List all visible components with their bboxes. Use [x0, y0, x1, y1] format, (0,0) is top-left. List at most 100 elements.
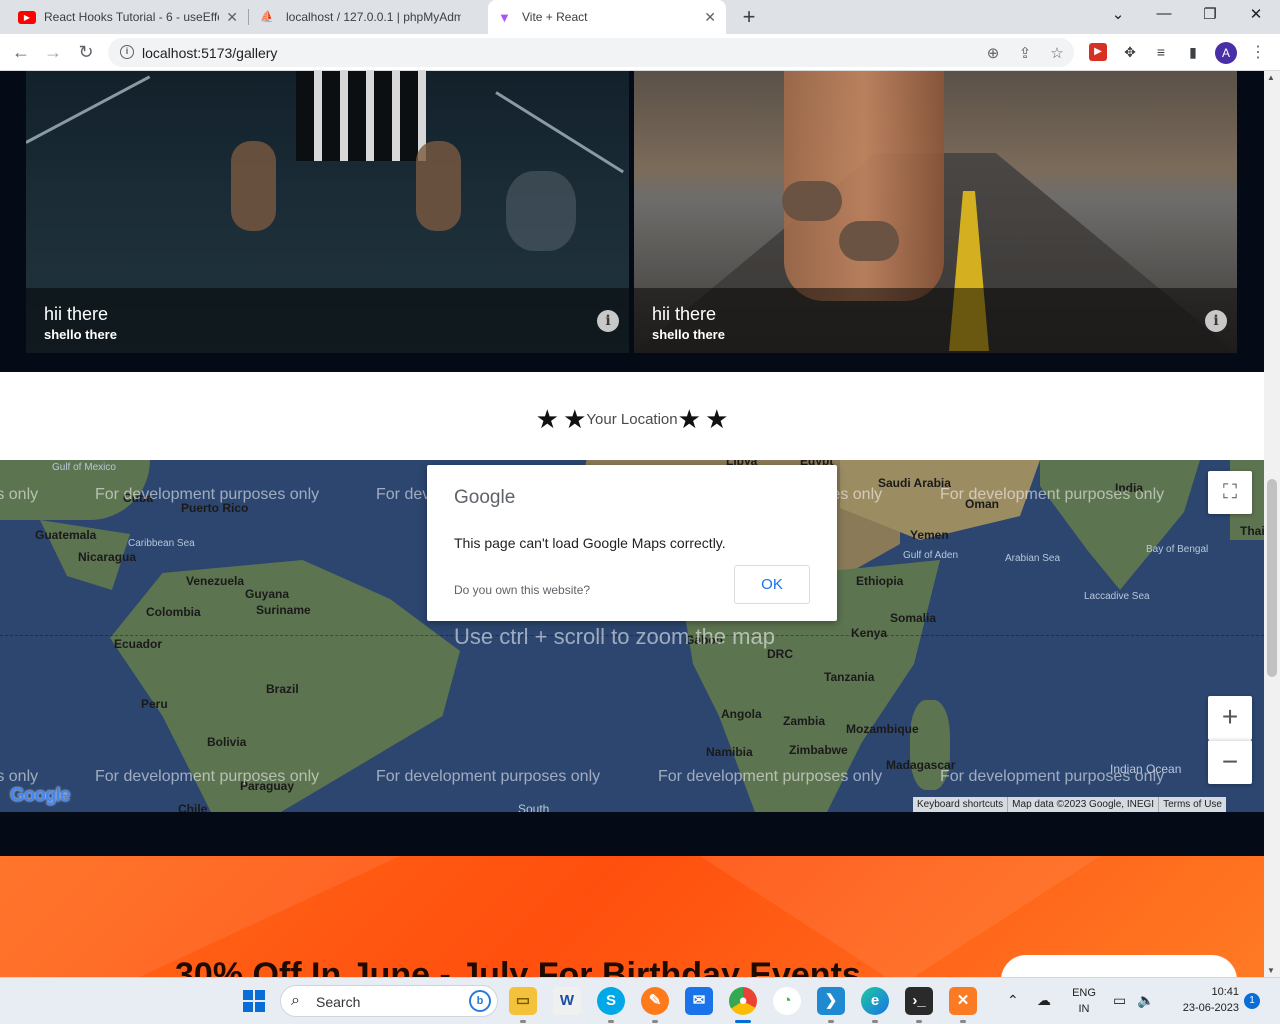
edge-icon[interactable]: e: [861, 987, 889, 1015]
clock-date[interactable]: 23-06-2023: [1165, 1002, 1239, 1014]
google-logo[interactable]: Google: [10, 785, 70, 807]
url-text[interactable]: localhost:5173/gallery: [142, 45, 277, 61]
clock-time[interactable]: 10:41: [1165, 986, 1239, 998]
google-map[interactable]: Gulf of Mexico Cuba Puerto Rico Guatemal…: [0, 460, 1264, 812]
bing-icon[interactable]: b: [469, 990, 491, 1012]
avatar[interactable]: A: [1215, 42, 1237, 64]
map-label: Gulf of Aden: [903, 550, 959, 561]
terms-link[interactable]: Terms of Use: [1158, 797, 1226, 812]
chevron-down-icon[interactable]: ⌄: [1108, 5, 1128, 23]
volume-icon[interactable]: 🔈: [1137, 992, 1154, 1009]
photo-shoe: [839, 221, 899, 261]
dev-watermark: For development purposes only: [95, 768, 320, 785]
zoom-out-button[interactable]: −: [1208, 740, 1252, 784]
tile-subtitle: shello there: [652, 327, 725, 342]
gallery-tile[interactable]: hii there shello there i: [634, 71, 1237, 353]
photo-reflection: [506, 171, 576, 251]
map-label: Angola: [721, 707, 762, 721]
extension-icon[interactable]: ▶: [1089, 43, 1107, 61]
promo-button[interactable]: [1001, 955, 1237, 977]
star-icon: ★: [677, 404, 701, 434]
map-label: Guatemala: [35, 528, 97, 542]
side-panel-icon[interactable]: ▮: [1184, 43, 1202, 61]
mail-icon[interactable]: ✉: [685, 987, 713, 1015]
keyboard-shortcuts-link[interactable]: Keyboard shortcuts: [913, 797, 1007, 812]
map-label: Bolivia: [207, 735, 247, 749]
promo-section: 30% Off In June - July For Birthday Even…: [0, 856, 1264, 977]
scroll-down-icon[interactable]: ▼: [1267, 966, 1275, 975]
chevron-up-icon[interactable]: ⌃: [1007, 992, 1019, 1009]
menu-icon[interactable]: ⋮: [1250, 42, 1266, 62]
dev-watermark: For development purposes only: [376, 768, 601, 785]
gallery-tile[interactable]: hii there shello there i: [26, 71, 629, 353]
postman-icon[interactable]: ✎: [641, 987, 669, 1015]
app-indicator: [960, 1020, 966, 1023]
new-tab-button[interactable]: +: [738, 4, 760, 30]
info-icon[interactable]: i: [597, 310, 619, 332]
page-scrollbar[interactable]: ▲ ▼: [1264, 71, 1280, 977]
rail-decoration: [26, 75, 151, 144]
info-icon[interactable]: i: [1205, 310, 1227, 332]
tab-separator: [248, 9, 249, 25]
star-icon: ★: [705, 404, 729, 434]
tab-phpmyadmin[interactable]: ⛵ localhost / 127.0.0.1 | phpMyAdm: [250, 0, 488, 34]
dialog-message: This page can't load Google Maps correct…: [454, 535, 726, 551]
cloud-icon[interactable]: ☁: [1037, 992, 1051, 1009]
fullscreen-button[interactable]: ⛶: [1208, 471, 1252, 514]
taskbar-search[interactable]: ⌕ Search b: [280, 985, 498, 1017]
location-section: ★ ★Your Location★ ★: [0, 372, 1264, 460]
bookmark-star-icon[interactable]: ☆: [1048, 44, 1066, 62]
media-icon[interactable]: ≡: [1152, 43, 1170, 61]
chrome-icon[interactable]: ●: [729, 987, 757, 1015]
zoom-in-button[interactable]: +: [1208, 696, 1252, 740]
address-bar[interactable]: i localhost:5173/gallery ⊕ ⇪ ☆: [108, 38, 1074, 67]
app-indicator: [652, 1020, 658, 1023]
puzzle-icon[interactable]: ✥: [1121, 43, 1139, 61]
tab-vite-react[interactable]: ▼ Vite + React ✕: [488, 0, 726, 34]
close-icon[interactable]: ✕: [226, 9, 238, 26]
xampp-icon[interactable]: ✕: [949, 987, 977, 1015]
network-icon[interactable]: ▭: [1113, 992, 1126, 1009]
app-icon[interactable]: ◔: [773, 987, 801, 1015]
windows-start-icon[interactable]: [243, 990, 265, 1012]
photo-arm: [231, 141, 276, 231]
minimize-button[interactable]: —: [1154, 5, 1174, 22]
tab-react-hooks[interactable]: ▶ React Hooks Tutorial - 6 - useEffe ✕: [8, 0, 248, 34]
zoom-icon[interactable]: ⊕: [984, 44, 1002, 62]
map-label: Ecuador: [114, 637, 163, 651]
location-heading: ★ ★Your Location★ ★: [0, 404, 1264, 435]
location-title: Your Location: [586, 411, 678, 428]
skype-icon[interactable]: S: [597, 987, 625, 1015]
ok-button[interactable]: OK: [734, 565, 810, 604]
map-label: Bay of Bengal: [1146, 544, 1209, 555]
close-icon[interactable]: ✕: [704, 9, 716, 26]
map-label: Zambia: [783, 714, 826, 728]
notification-badge[interactable]: 1: [1244, 993, 1260, 1009]
info-icon[interactable]: i: [120, 45, 134, 59]
forward-button[interactable]: →: [41, 40, 65, 64]
language-top[interactable]: ENG: [1068, 987, 1100, 999]
map-label: Thai: [1240, 524, 1264, 538]
vscode-icon[interactable]: ❯: [817, 987, 845, 1015]
share-icon[interactable]: ⇪: [1016, 44, 1034, 62]
photo-shirt: [296, 71, 426, 161]
reload-button[interactable]: ↻: [74, 40, 98, 64]
map-label: Gulf of Mexico: [52, 462, 116, 473]
file-explorer-icon[interactable]: ▭: [509, 987, 537, 1015]
own-website-link[interactable]: Do you own this website?: [454, 583, 590, 597]
app-icon[interactable]: W: [553, 987, 581, 1015]
map-label: Guyana: [245, 587, 290, 601]
window-close-button[interactable]: ✕: [1246, 5, 1266, 23]
zoom-hint: Use ctrl + scroll to zoom the map: [454, 624, 775, 649]
terminal-icon[interactable]: ›_: [905, 987, 933, 1015]
map-label: Kenya: [851, 626, 888, 640]
back-button[interactable]: ←: [9, 40, 33, 64]
dev-watermark: For development purposes only: [0, 486, 39, 503]
language-bottom[interactable]: IN: [1068, 1003, 1100, 1015]
restore-button[interactable]: ❐: [1200, 5, 1220, 23]
tile-caption: hii there shello there i: [634, 288, 1237, 353]
scroll-thumb[interactable]: [1267, 479, 1277, 677]
scroll-up-icon[interactable]: ▲: [1267, 73, 1275, 82]
map-attribution: Keyboard shortcuts Map data ©2023 Google…: [913, 797, 1226, 812]
page-viewport: hii there shello there i hii there shell…: [0, 71, 1264, 977]
